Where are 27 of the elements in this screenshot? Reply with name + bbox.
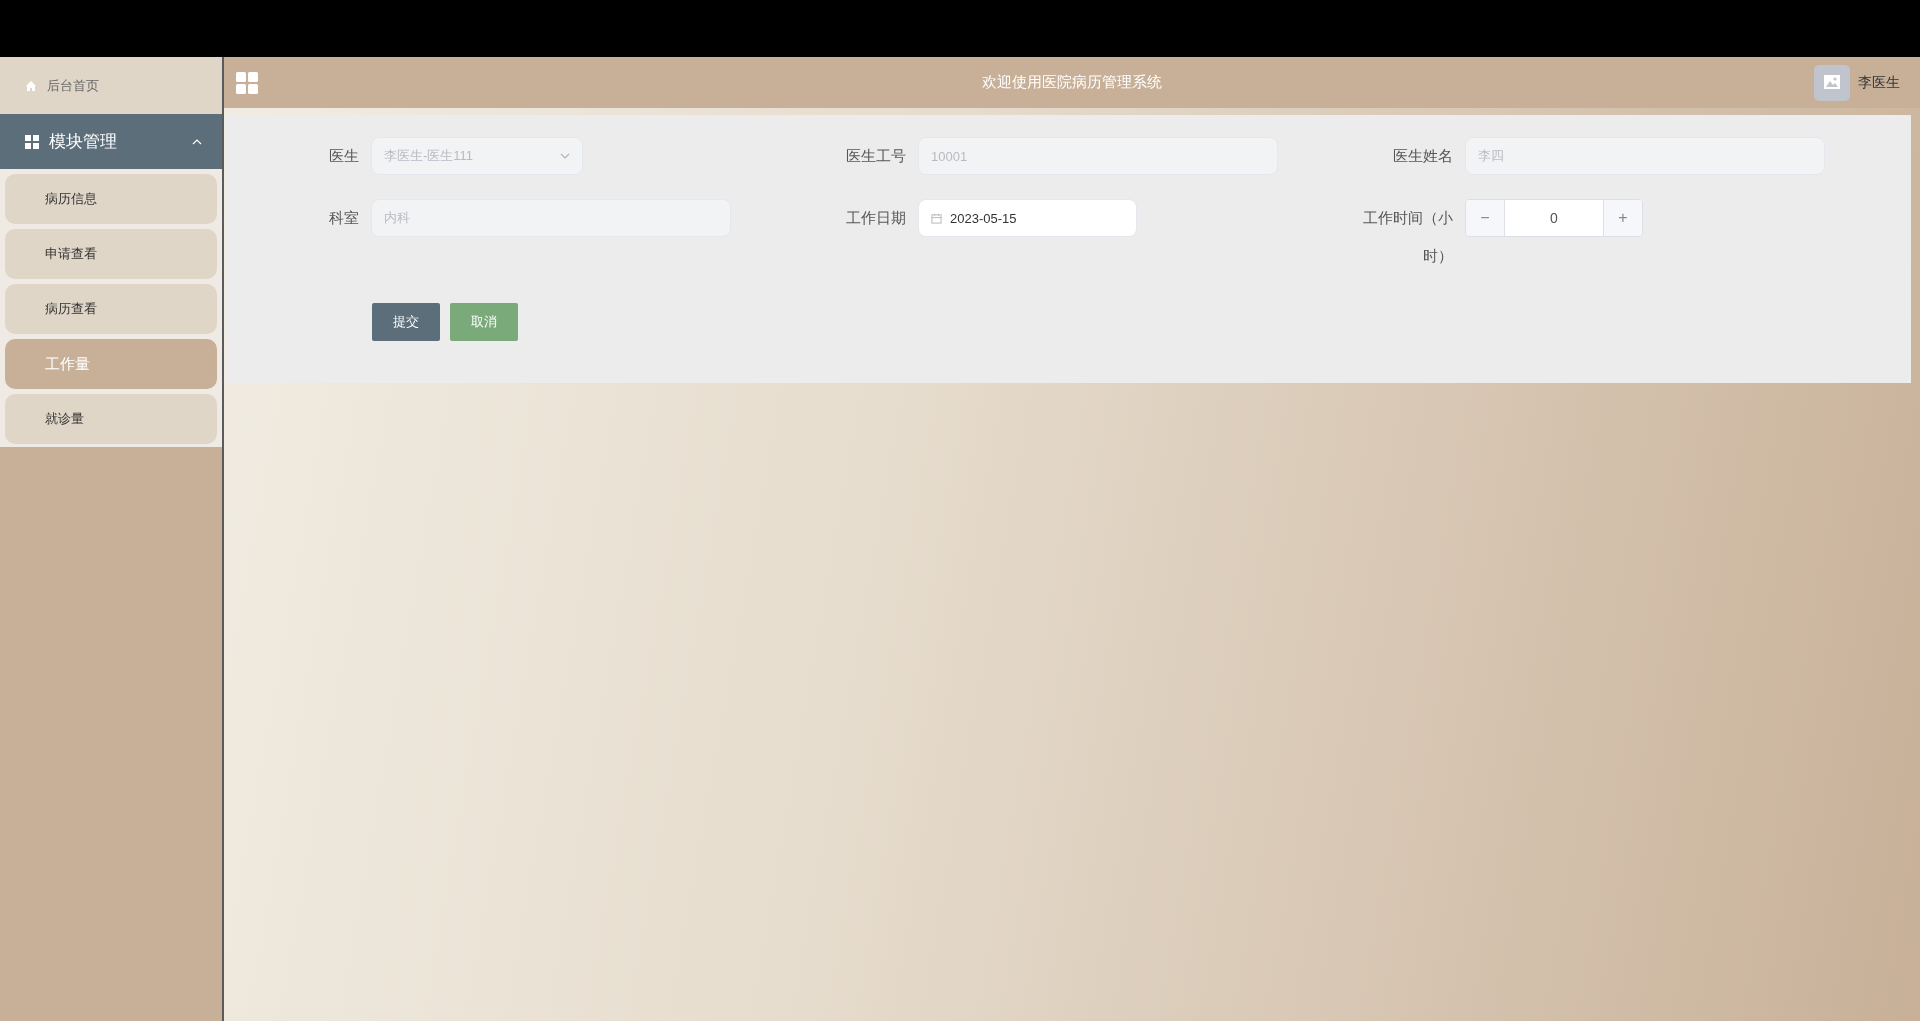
field-label: 医生 xyxy=(328,146,359,166)
field-label: 工作时间（小时） xyxy=(1362,208,1453,266)
number-stepper[interactable]: − 0 + xyxy=(1465,199,1643,237)
field-label: 医生工号 xyxy=(845,146,906,166)
field-label: 科室 xyxy=(328,208,359,228)
field-label: 工作日期 xyxy=(845,208,906,228)
chevron-icon xyxy=(192,138,202,145)
user-name: 李医生 xyxy=(1858,73,1900,92)
sidebar-item[interactable]: 病历查看 xyxy=(5,284,217,334)
calendar-icon xyxy=(931,212,942,224)
home-menu-item[interactable]: 后台首页 xyxy=(0,57,222,114)
field-label: 医生姓名 xyxy=(1392,146,1453,166)
submit-button[interactable]: 提交 xyxy=(372,303,440,341)
sidebar-item[interactable]: 申请查看 xyxy=(5,229,217,279)
date-field[interactable]: 2023-05-15 xyxy=(918,199,1137,237)
chevron-down-icon xyxy=(560,153,570,159)
menu-group-header[interactable]: 模块管理 xyxy=(0,114,222,169)
sidebar-item[interactable]: 就诊量 xyxy=(5,394,217,444)
header-title: 欢迎使用医院病历管理系统 xyxy=(982,73,1162,92)
cancel-button[interactable]: 取消 xyxy=(450,303,518,341)
avatar-image-icon[interactable] xyxy=(1814,64,1850,101)
decrement-button[interactable]: − xyxy=(1466,200,1505,236)
sidebar-item[interactable]: 病历信息 xyxy=(5,174,217,224)
grid-icon[interactable] xyxy=(236,71,258,94)
grid-icon xyxy=(25,134,39,149)
home-icon xyxy=(25,79,37,92)
increment-button[interactable]: + xyxy=(1603,200,1642,236)
